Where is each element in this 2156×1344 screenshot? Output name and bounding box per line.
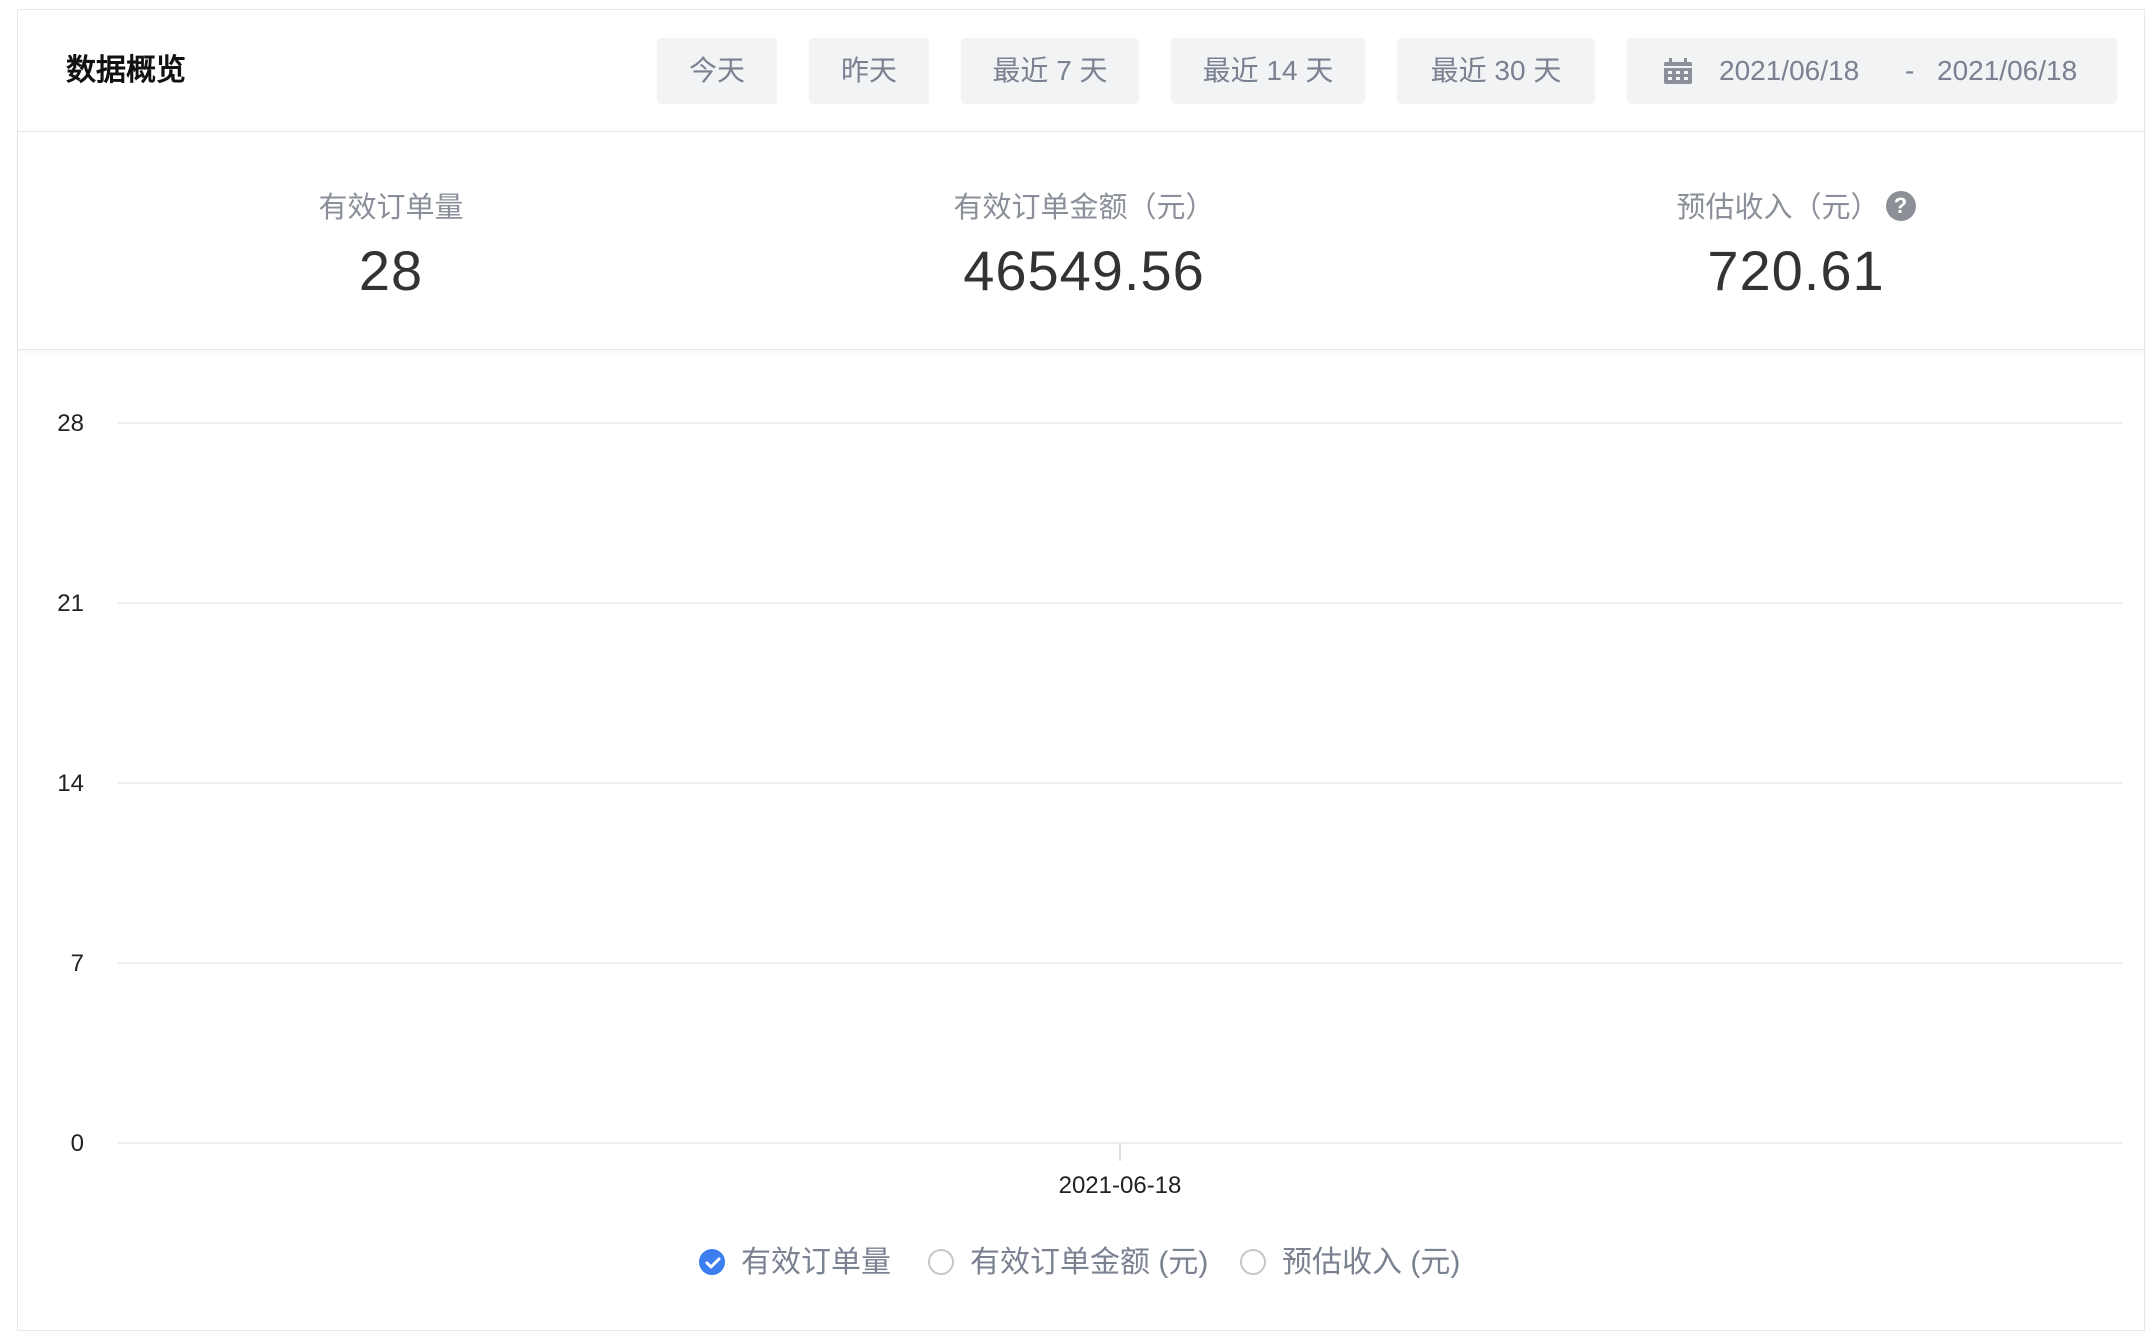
stats-row: 有效订单量 28 有效订单金额（元） 46549.56 预估收入（元）? 720… [18,132,2144,350]
legend-label: 有效订单量 [741,1246,891,1279]
radio-icon [1240,1249,1266,1275]
date-range-picker[interactable]: 2021/06/18 - 2021/06/18 [1627,38,2117,104]
date-separator: - [1905,55,1915,86]
panel-header: 数据概览 今天 昨天 最近 7 天 最近 14 天 最近 30 天 2021/0… [18,10,2144,132]
y-tick-label: 28 [57,410,84,437]
date-end: 2021/06/18 [1937,55,2078,86]
stat-label: 有效订单金额（元） [953,192,1215,224]
stat-label: 预估收入（元）? [1546,184,2046,226]
yesterday-button[interactable]: 昨天 [809,38,929,104]
data-overview-panel: 数据概览 今天 昨天 最近 7 天 最近 14 天 最近 30 天 2021/0… [17,9,2145,1331]
today-button[interactable]: 今天 [657,38,777,104]
question-icon[interactable]: ? [1885,191,1916,222]
y-tick-label: 0 [71,1130,84,1157]
checked-radio-icon [699,1249,725,1275]
last-30-days-button[interactable]: 最近 30 天 [1397,38,1595,104]
last-7-days-button[interactable]: 最近 7 天 [961,38,1139,104]
stat-label: 有效订单量 [318,192,464,224]
stat-value: 720.61 [1707,239,1885,302]
legend-label: 预估收入 (元) [1282,1246,1461,1279]
chart-legend: 有效订单量 有效订单金额 (元) 预估收入 (元) [18,1238,2144,1288]
last-14-days-button[interactable]: 最近 14 天 [1171,38,1365,104]
x-tick-label: 2021-06-18 [1059,1172,1182,1199]
y-tick-label: 21 [57,590,84,617]
page-title: 数据概览 [66,54,186,87]
stat-label-text: 预估收入（元） [1676,192,1880,224]
stat-value: 46549.56 [963,239,1205,302]
line-chart: 0 7 14 21 28 2021-06-18 [57,410,2122,1199]
legend-label: 有效订单金额 (元) [970,1246,1209,1279]
stat-value: 28 [358,239,424,302]
calendar-icon [1664,58,1692,84]
y-tick-label: 7 [71,950,84,977]
date-start: 2021/06/18 [1719,55,1860,86]
radio-icon [928,1249,954,1275]
y-tick-label: 14 [57,770,84,797]
